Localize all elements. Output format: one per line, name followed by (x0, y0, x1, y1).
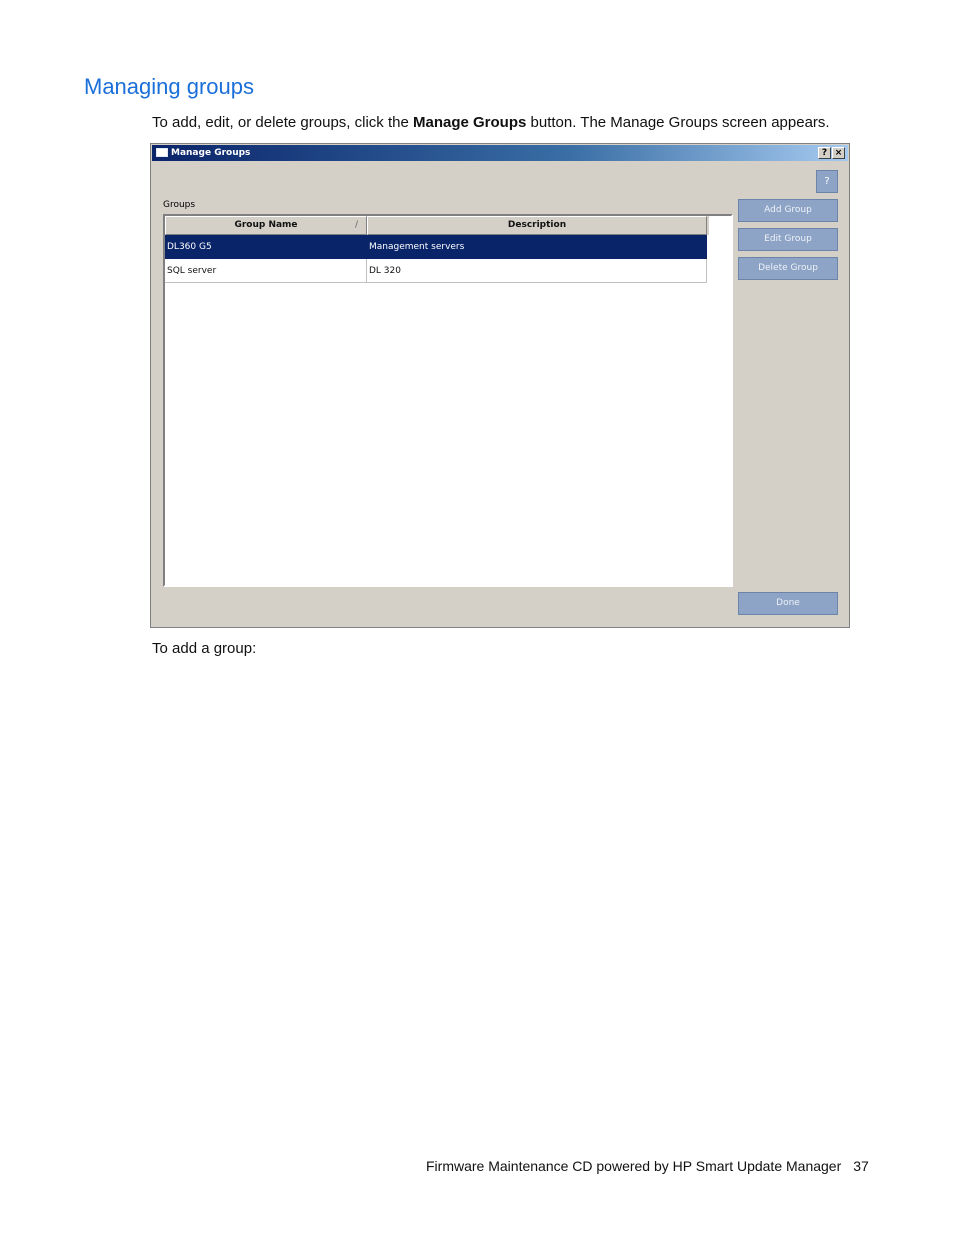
edit-group-button[interactable]: Edit Group (738, 228, 838, 251)
intro-text-end: button. The Manage Groups screen appears… (526, 114, 830, 131)
add-group-instruction: To add a group: (152, 640, 257, 657)
group-name-cell: SQL server (165, 259, 367, 283)
page-footer: Firmware Maintenance CD powered by HP Sm… (426, 1158, 869, 1174)
groups-list[interactable]: Group Name / Description DL360 G5 Manage… (163, 214, 733, 587)
manage-groups-dialog: Manage Groups ? × ? Groups Group Name / … (150, 143, 850, 628)
intro-text-start: To add, edit, or delete groups, click th… (152, 114, 413, 131)
description-cell: DL 320 (367, 259, 707, 283)
page-number: 37 (853, 1158, 869, 1174)
window-icon (156, 148, 168, 157)
page-heading: Managing groups (84, 74, 255, 99)
footer-title: Firmware Maintenance CD powered by HP Sm… (426, 1158, 842, 1174)
description-cell: Management servers (367, 235, 707, 259)
column-header-description[interactable]: Description (367, 216, 707, 235)
table-row[interactable]: SQL server DL 320 (165, 259, 707, 283)
done-button[interactable]: Done (738, 592, 838, 615)
dialog-title: Manage Groups (171, 148, 251, 158)
list-header: Group Name / Description (165, 216, 709, 235)
dialog-titlebar[interactable]: Manage Groups ? × (152, 145, 848, 161)
group-name-cell: DL360 G5 (165, 235, 367, 259)
intro-bold-manage-groups: Manage Groups (412, 114, 527, 131)
column-header-group-name[interactable]: Group Name / (165, 216, 367, 235)
groups-label: Groups (163, 200, 196, 210)
intro-paragraph: To add, edit, or delete groups, click th… (152, 114, 830, 131)
titlebar-close-button[interactable]: × (832, 147, 845, 159)
sort-indicator-icon: / (354, 220, 358, 230)
column-header-group-name-label: Group Name (234, 220, 298, 230)
titlebar-help-button[interactable]: ? (818, 147, 831, 159)
delete-group-button[interactable]: Delete Group (738, 257, 838, 280)
table-row[interactable]: DL360 G5 Management servers (165, 235, 707, 259)
help-button[interactable]: ? (816, 170, 838, 193)
add-group-button[interactable]: Add Group (738, 199, 838, 222)
